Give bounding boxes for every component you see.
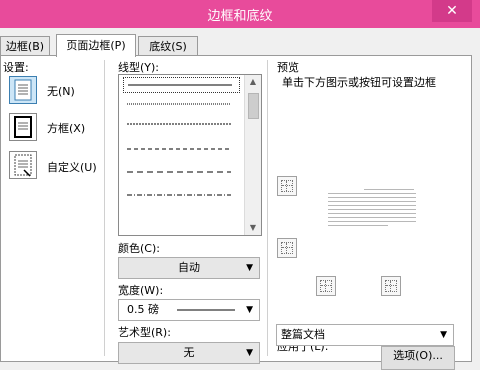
setting-none-button[interactable] [9,76,37,104]
preview-hint: 单击下方图示或按钮可设置边框 [282,76,436,89]
dash-long-line-icon [127,171,231,173]
custom-page-icon [14,154,32,177]
setting-box-label[interactable]: 方框(X) [47,120,85,136]
left-border-icon [320,280,332,292]
setting-none-label[interactable]: 无(N) [47,83,75,99]
dashed-small-line-icon [127,123,231,125]
chevron-down-icon: ▼ [246,348,253,358]
width-select[interactable]: 0.5 磅 ▼ [118,299,260,321]
apply-to-value: 整篇文档 [281,328,325,341]
width-preview-line [177,309,235,311]
preview-page[interactable] [328,189,416,229]
color-value: 自动 [178,261,200,274]
close-icon: ✕ [446,3,458,19]
width-label: 宽度(W): [118,284,164,297]
borders-shading-dialog: 边框(B) 页面边框(P) 底纹(S) 设置: 无(N) 方框(X) 自定义(U… [0,28,480,364]
column-divider [104,60,105,356]
tab-borders[interactable]: 边框(B) [0,36,50,56]
line-style-solid[interactable] [123,77,240,93]
dotted-line-icon [127,103,231,105]
art-label: 艺术型(R): [118,326,171,339]
scroll-up-icon[interactable]: ▲ [245,75,261,89]
width-value: 0.5 磅 [127,303,159,316]
preview-heading: 预览 [277,61,299,74]
chevron-down-icon: ▼ [246,305,253,315]
bottom-border-button[interactable] [277,238,297,258]
scroll-thumb[interactable] [248,93,259,119]
right-border-button[interactable] [381,276,401,296]
top-border-icon [281,180,293,192]
tab-page-border[interactable]: 页面边框(P) [56,34,136,57]
line-style-list[interactable]: ▲ ▼ [118,74,262,236]
line-style-dotted[interactable] [123,97,238,111]
chevron-down-icon: ▼ [440,330,447,340]
dash-dot-line-icon [127,194,231,196]
line-style-dashed[interactable] [123,142,238,156]
box-page-icon [14,116,32,138]
left-border-button[interactable] [316,276,336,296]
apply-to-select[interactable]: 整篇文档 ▼ [276,324,454,346]
line-style-dashed-small[interactable] [123,117,238,131]
art-value: 无 [183,346,195,359]
style-heading: 线型(Y): [118,61,160,74]
bottom-border-icon [281,242,293,254]
line-style-dash-dot[interactable] [123,188,238,202]
none-page-icon [14,79,32,101]
solid-line-icon [128,84,232,86]
right-border-icon [385,280,397,292]
window-title: 边框和底纹 [207,9,273,24]
title-bar: 边框和底纹 ✕ [0,0,480,28]
color-select[interactable]: 自动 ▼ [118,257,260,279]
close-button[interactable]: ✕ [432,0,472,22]
dashed-line-icon [127,148,231,150]
column-divider-2 [267,60,268,356]
setting-box-button[interactable] [9,113,37,141]
options-button[interactable]: 选项(O)... [381,346,455,370]
scroll-down-icon[interactable]: ▼ [245,221,261,235]
tab-strip: 边框(B) 页面边框(P) 底纹(S) [0,34,480,57]
settings-heading: 设置: [3,61,29,74]
chevron-down-icon: ▼ [246,263,253,273]
color-label: 颜色(C): [118,242,160,255]
setting-custom-label[interactable]: 自定义(U) [47,159,97,175]
art-select[interactable]: 无 ▼ [118,342,260,364]
top-border-button[interactable] [277,176,297,196]
page-border-panel: 设置: 无(N) 方框(X) 自定义(U) 线型(Y): ▲ ▼ 颜色(C): … [0,55,472,364]
line-style-dash-long[interactable] [123,165,238,179]
line-style-scrollbar[interactable]: ▲ ▼ [244,75,261,235]
setting-custom-button[interactable] [9,151,37,179]
tab-shading[interactable]: 底纹(S) [138,36,198,56]
